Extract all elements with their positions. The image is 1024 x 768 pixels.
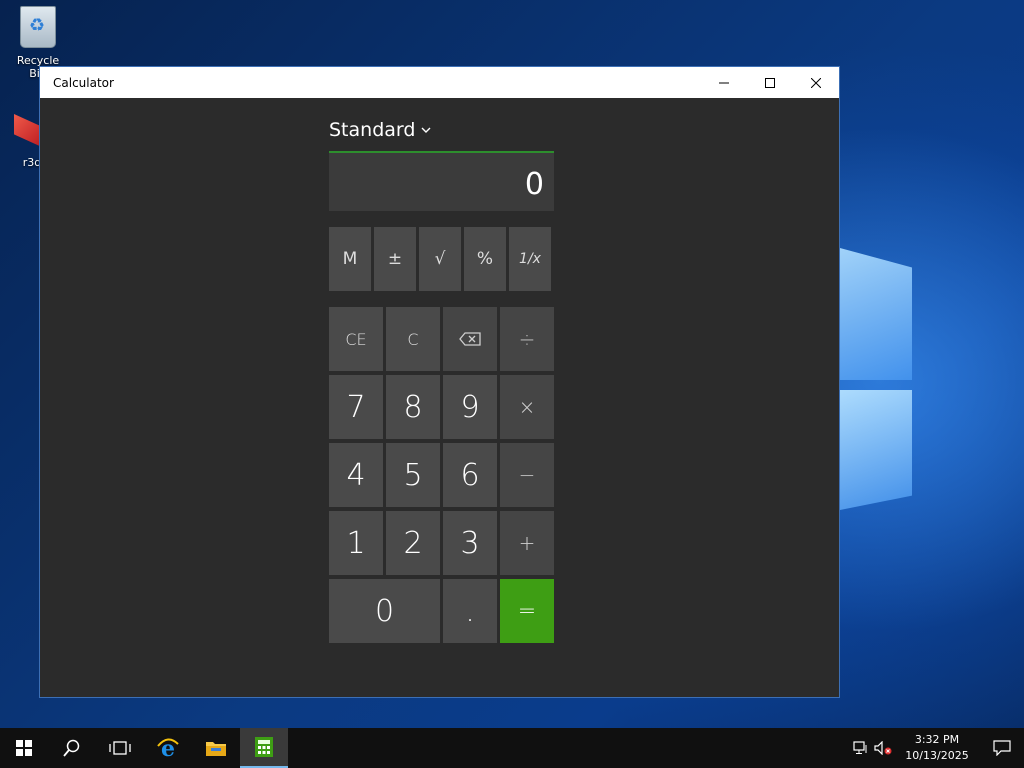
keypad: CE C ÷ 7 8 9 × 4 5 6 − 1 2 3 + 0 . = [329, 307, 554, 643]
backspace-icon [459, 332, 481, 346]
clock-time: 3:32 PM [914, 733, 960, 746]
digit-3-button[interactable]: 3 [443, 511, 497, 575]
clock-date: 10/13/2025 [905, 749, 969, 762]
clear-entry-button[interactable]: CE [329, 307, 383, 371]
edge-button[interactable]: e [144, 728, 192, 768]
maximize-button[interactable] [747, 67, 793, 98]
reciprocal-button[interactable]: 1/x [509, 227, 551, 291]
calculator-window: Calculator Standard 0 M ± √ % 1/x CE C ÷… [39, 66, 840, 698]
divide-button[interactable]: ÷ [500, 307, 554, 371]
calculator-taskbar-button[interactable] [240, 728, 288, 768]
volume-muted-icon [874, 741, 892, 755]
close-icon [811, 77, 821, 88]
subtract-button[interactable]: − [500, 443, 554, 507]
clear-button[interactable]: C [386, 307, 440, 371]
backspace-button[interactable] [443, 307, 497, 371]
file-explorer-button[interactable] [192, 728, 240, 768]
chevron-down-icon [421, 127, 431, 133]
add-button[interactable]: + [500, 511, 554, 575]
multiply-button[interactable]: × [500, 375, 554, 439]
maximize-icon [765, 77, 775, 88]
search-button[interactable] [48, 728, 96, 768]
close-button[interactable] [793, 67, 839, 98]
calculator-body: Standard 0 M ± √ % 1/x CE C ÷ 7 8 9 × 4 … [329, 117, 554, 643]
windows-logo-wallpaper [840, 230, 1024, 530]
result-display: 0 [329, 151, 554, 211]
percent-button[interactable]: % [464, 227, 506, 291]
digit-1-button[interactable]: 1 [329, 511, 383, 575]
title-bar[interactable]: Calculator [40, 67, 839, 98]
clock[interactable]: 3:32 PM 10/13/2025 [902, 732, 972, 764]
square-root-button[interactable]: √ [419, 227, 461, 291]
digit-7-button[interactable]: 7 [329, 375, 383, 439]
task-view-icon [109, 741, 131, 755]
file-explorer-icon [206, 742, 226, 756]
start-icon [16, 740, 32, 756]
action-center-button[interactable] [980, 728, 1024, 768]
digit-9-button[interactable]: 9 [443, 375, 497, 439]
memory-button[interactable]: M [329, 227, 371, 291]
digit-6-button[interactable]: 6 [443, 443, 497, 507]
system-tray: 3:32 PM 10/13/2025 [850, 728, 1024, 768]
recycle-bin-icon [20, 6, 56, 48]
minimize-icon [719, 82, 729, 83]
minimize-button[interactable] [701, 67, 747, 98]
task-view-button[interactable] [96, 728, 144, 768]
network-icon [853, 741, 867, 754]
equals-button[interactable]: = [500, 579, 554, 643]
edge-icon: e [157, 736, 179, 760]
network-button[interactable] [850, 728, 872, 768]
digit-8-button[interactable]: 8 [386, 375, 440, 439]
decimal-button[interactable]: . [443, 579, 497, 643]
window-title: Calculator [53, 75, 114, 90]
start-button[interactable] [0, 728, 48, 768]
negate-button[interactable]: ± [374, 227, 416, 291]
digit-5-button[interactable]: 5 [386, 443, 440, 507]
volume-button[interactable] [872, 728, 894, 768]
digit-0-button[interactable]: 0 [329, 579, 440, 643]
notification-icon [993, 740, 1011, 756]
calculator-icon [255, 737, 273, 757]
search-icon [63, 739, 80, 757]
taskbar: e 3:32 PM 10/13/2025 [0, 728, 1024, 768]
digit-4-button[interactable]: 4 [329, 443, 383, 507]
mode-label: Standard [329, 119, 416, 141]
memory-row: M ± √ % 1/x [329, 227, 554, 291]
digit-2-button[interactable]: 2 [386, 511, 440, 575]
mode-selector[interactable]: Standard [329, 117, 554, 143]
